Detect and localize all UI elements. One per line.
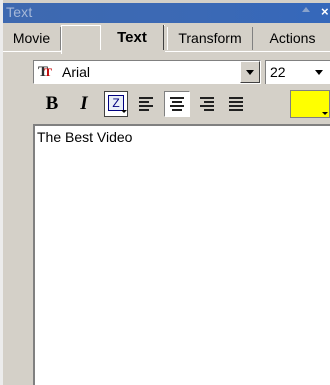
truetype-font-icon: TT xyxy=(38,64,53,80)
bold-button[interactable]: B xyxy=(40,91,64,117)
caret-down-icon xyxy=(121,110,127,113)
align-left-button[interactable] xyxy=(133,91,159,117)
border-color-button[interactable]: Z xyxy=(104,91,128,117)
font-dropdown-button[interactable] xyxy=(240,61,260,83)
tab-text[interactable]: Text xyxy=(100,25,164,50)
panel-title: Text xyxy=(6,4,33,20)
tab-actions[interactable]: Actions xyxy=(255,27,330,50)
close-icon[interactable]: × xyxy=(321,4,329,20)
tab-divider xyxy=(164,51,330,52)
caret-down-icon xyxy=(322,112,328,115)
text-panel: Text × Movie Text Transform Actions TT A… xyxy=(0,0,330,385)
italic-button[interactable]: I xyxy=(72,91,96,117)
font-size-value: 22 xyxy=(270,64,286,80)
font-family-value: Arial xyxy=(62,64,91,80)
font-size-dropdown[interactable]: 22 xyxy=(265,60,330,84)
tab-transform[interactable]: Transform xyxy=(167,27,253,50)
align-right-button[interactable] xyxy=(194,91,220,117)
collapse-icon[interactable] xyxy=(302,7,310,12)
fill-color-swatch[interactable] xyxy=(290,90,330,118)
align-justify-button[interactable] xyxy=(223,91,249,117)
tab-movie[interactable]: Movie xyxy=(3,27,61,50)
chevron-down-icon xyxy=(246,70,254,75)
text-editor-content: The Best Video xyxy=(37,129,133,145)
panel-left-border xyxy=(0,0,3,385)
border-color-icon: Z xyxy=(108,95,124,111)
align-center-button[interactable] xyxy=(164,91,190,117)
font-family-dropdown[interactable]: TT Arial xyxy=(33,60,261,84)
chevron-down-icon[interactable] xyxy=(315,70,323,75)
tab-divider xyxy=(3,51,61,52)
text-editor[interactable]: The Best Video xyxy=(33,124,330,385)
panel-titlebar[interactable]: Text × xyxy=(3,3,330,23)
